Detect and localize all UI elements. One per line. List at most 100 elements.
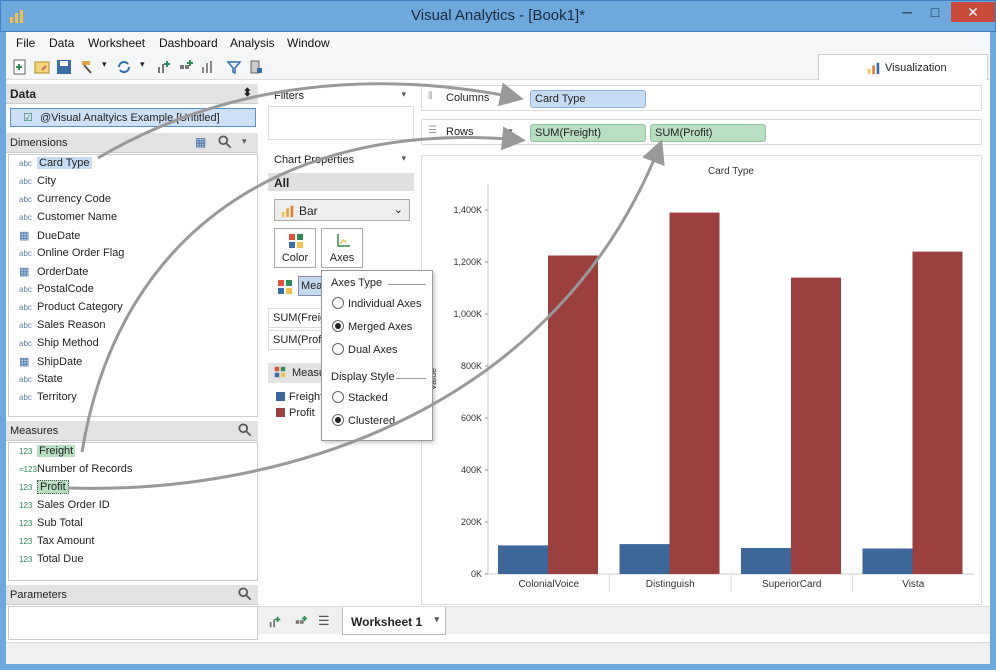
title-bar: Visual Analytics - [Book1]* ─ □ ✕ — [0, 0, 996, 32]
table-view-icon[interactable]: ▦ — [195, 135, 206, 149]
dual-axes-radio[interactable]: Dual Axes — [332, 343, 398, 356]
chevron-down-icon[interactable]: ▾ — [508, 126, 513, 137]
clustered-radio[interactable]: Clustered — [332, 414, 395, 427]
dimension-item[interactable]: abc City — [19, 175, 56, 191]
sum-freight-pill[interactable]: SUM(Freight) — [530, 124, 646, 142]
measure-item[interactable]: =123Number of Records — [19, 463, 132, 479]
dimension-item[interactable]: abc Product Category — [19, 301, 123, 317]
merged-axes-radio[interactable]: Merged Axes — [332, 320, 412, 333]
chart-properties-header: Chart Properties ▾ — [268, 150, 414, 170]
filter-icon[interactable] — [226, 59, 242, 75]
sum-profit-property[interactable]: SUM(Profit) — [268, 330, 322, 350]
text-type-icon: abc — [19, 339, 32, 348]
measures-color-chip[interactable]: Measures — [298, 276, 322, 296]
all-measures-tab[interactable]: All — [268, 173, 414, 191]
dimension-item[interactable]: abc Territory — [19, 391, 77, 407]
toolbar: ▾ ▾ Visualization — [6, 54, 990, 80]
dimension-item[interactable]: abc Card Type — [19, 157, 92, 173]
chevron-down-icon[interactable]: ▾ — [434, 614, 439, 625]
radio-icon — [332, 297, 344, 309]
rows-label: Rows — [446, 126, 474, 138]
chevron-down-icon[interactable]: ▾ — [401, 89, 406, 100]
chevron-down-icon[interactable]: ▾ — [140, 59, 156, 75]
measure-item[interactable]: 123 Tax Amount — [19, 535, 94, 551]
individual-axes-radio[interactable]: Individual Axes — [332, 297, 421, 310]
data-source-label: @Visual Analtyics Example [Untitled] — [40, 112, 220, 124]
refresh-icon[interactable] — [116, 59, 132, 75]
dimension-item[interactable]: abc Customer Name — [19, 211, 117, 227]
dimension-item[interactable]: abc Currency Code — [19, 193, 111, 209]
measures-header-label: Measures — [10, 425, 59, 437]
dimension-item[interactable]: abc PostalCode — [19, 283, 94, 299]
window-frame-left — [0, 32, 6, 670]
data-connect-icon[interactable] — [248, 59, 264, 75]
measure-item[interactable]: 123 Freight — [19, 445, 76, 461]
rows-shelf[interactable]: ☰ Rows ▾ SUM(Freight) SUM(Profit) — [421, 119, 982, 145]
radio-label: Individual Axes — [348, 298, 422, 310]
filters-drop-area[interactable] — [268, 106, 414, 140]
list-icon[interactable]: ☰ — [318, 613, 330, 629]
add-dashboard-icon[interactable] — [178, 59, 194, 75]
sum-freight-label: SUM(Freight) — [273, 312, 321, 324]
search-icon[interactable] — [238, 587, 252, 601]
menu-data[interactable]: Data — [49, 36, 74, 50]
measure-item[interactable]: 123 Sales Order ID — [19, 499, 110, 515]
number-type-icon: 123 — [19, 555, 33, 564]
search-icon[interactable] — [238, 423, 252, 437]
new-icon[interactable] — [12, 59, 28, 75]
color-button[interactable]: Color — [274, 228, 316, 268]
sum-profit-pill[interactable]: SUM(Profit) — [650, 124, 766, 142]
dimension-item[interactable]: abc Sales Reason — [19, 319, 106, 335]
sum-profit-label: SUM(Profit) — [273, 334, 322, 346]
chevron-down-icon[interactable]: ▾ — [242, 136, 247, 147]
y-tick-label: 800K — [461, 361, 482, 371]
measures-chip-label: Measures — [301, 280, 322, 292]
bar-profit-colonialvoice — [548, 255, 598, 574]
measure-item[interactable]: 123 Sub Total — [19, 517, 83, 533]
dimension-item[interactable]: abc Online Order Flag — [19, 247, 124, 263]
dimension-item[interactable]: ▦ ShipDate — [19, 355, 82, 371]
measure-item[interactable]: 123 Profit — [19, 480, 69, 497]
menu-analysis[interactable]: Analysis — [230, 36, 275, 50]
minimize-button[interactable]: ─ — [893, 2, 921, 22]
dimension-item[interactable]: ▦ DueDate — [19, 229, 80, 245]
sum-freight-property[interactable]: SUM(Freight) — [268, 308, 322, 328]
open-icon[interactable] — [34, 59, 50, 75]
y-tick-label: 400K — [461, 465, 482, 475]
menu-worksheet[interactable]: Worksheet — [88, 36, 145, 50]
close-button[interactable]: ✕ — [951, 2, 995, 22]
data-source-item[interactable]: ☑ @Visual Analtyics Example [Untitled] — [10, 108, 256, 127]
dimensions-header-label: Dimensions — [10, 137, 68, 149]
menu-dashboard[interactable]: Dashboard — [159, 36, 218, 50]
measure-item[interactable]: 123 Total Due — [19, 553, 83, 569]
add-sheet-icon[interactable] — [268, 615, 282, 629]
dimension-item[interactable]: abc State — [19, 373, 63, 389]
dimension-item[interactable]: ▦ OrderDate — [19, 265, 88, 281]
legend-item-freight[interactable]: Freight — [276, 391, 323, 403]
chart-icon[interactable] — [200, 59, 216, 75]
save-icon[interactable] — [56, 59, 72, 75]
stacked-radio[interactable]: Stacked — [332, 391, 388, 404]
add-dashboard-icon[interactable] — [294, 615, 308, 629]
measure-label: Tax Amount — [37, 535, 95, 547]
filters-header: Filters ▾ — [268, 86, 414, 106]
add-sheet-icon[interactable] — [156, 59, 172, 75]
text-type-icon: abc — [19, 177, 32, 186]
menu-file[interactable]: File — [16, 36, 35, 50]
checkmark-icon: ☑ — [23, 112, 33, 124]
card-type-pill[interactable]: Card Type — [530, 90, 646, 108]
dimension-item[interactable]: abc Ship Method — [19, 337, 99, 353]
legend-item-profit[interactable]: Profit — [276, 407, 315, 419]
menu-window[interactable]: Window — [287, 36, 330, 50]
axes-button[interactable]: Axes — [321, 228, 363, 268]
sort-icon[interactable]: ⬍ — [243, 86, 252, 99]
paint-icon[interactable] — [80, 59, 96, 75]
maximize-button[interactable]: □ — [921, 2, 949, 22]
chart-type-select[interactable]: Bar ⌄ — [274, 199, 410, 221]
chevron-down-icon[interactable]: ▾ — [401, 153, 406, 164]
worksheet-1-tab[interactable]: Worksheet 1 ▾ — [342, 607, 446, 635]
visualization-tab[interactable]: Visualization — [818, 54, 988, 80]
columns-shelf[interactable]: ⦀ Columns Card Type — [421, 85, 982, 111]
search-icon[interactable] — [218, 135, 232, 149]
calendar-icon: ▦ — [19, 356, 30, 368]
